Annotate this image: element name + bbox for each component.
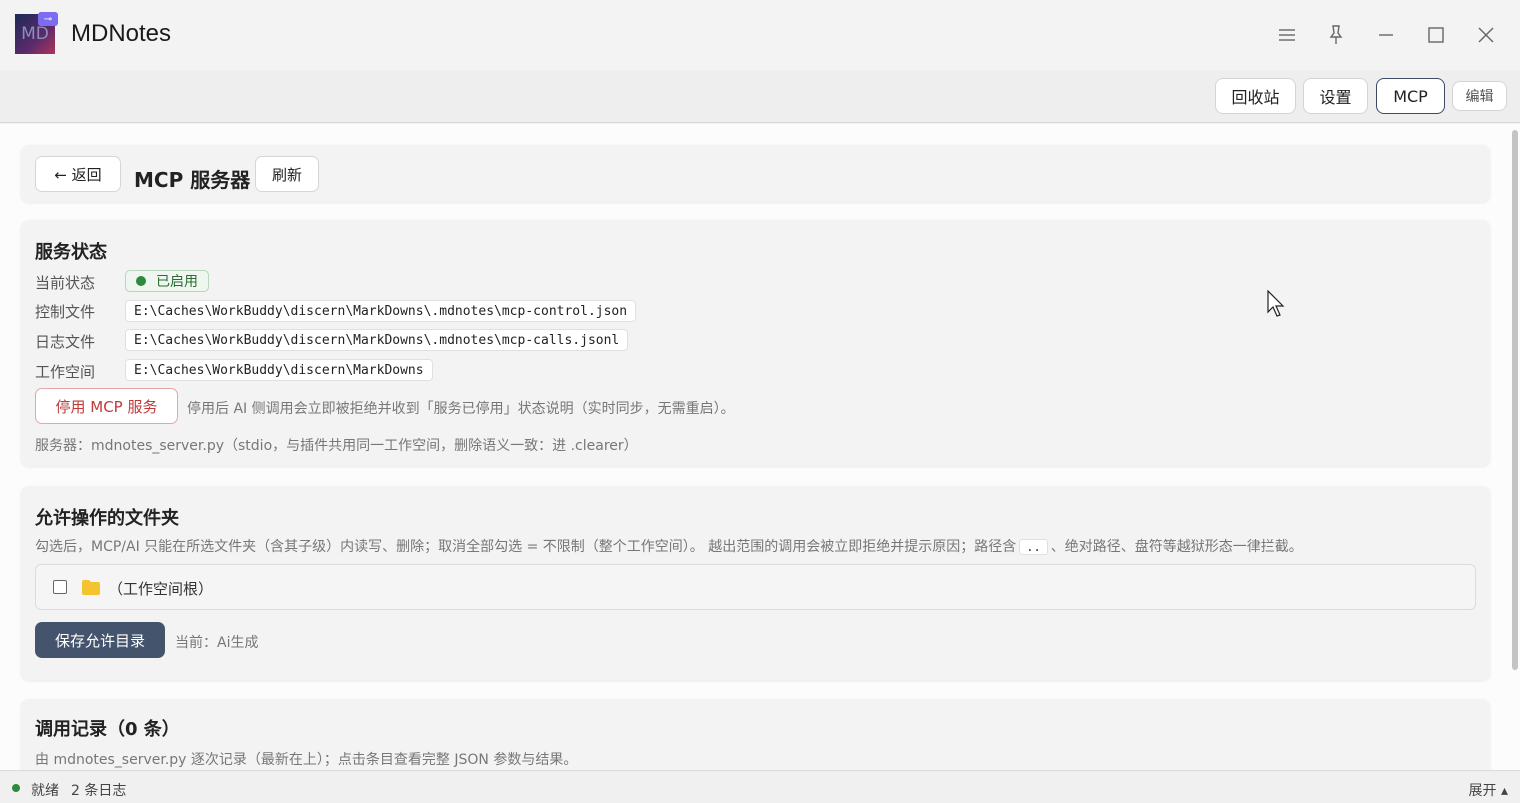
ready-dot-icon	[12, 784, 20, 792]
plug-icon: ⊸	[38, 12, 58, 26]
folders-description: 勾选后，MCP/AI 只能在所选文件夹（含其子级）内读写、删除；取消全部勾选 =…	[35, 536, 1303, 556]
folder-row-root[interactable]: （工作空间根）	[35, 564, 1476, 610]
workspace-label: 工作空间	[35, 363, 96, 381]
mcp-button[interactable]: MCP	[1376, 78, 1445, 114]
control-file-path: E:\Caches\WorkBuddy\discern\MarkDowns\.m…	[125, 300, 637, 322]
service-status-card: 服务状态 当前状态 已启用 控制文件 E:\Caches\WorkBuddy\d…	[21, 220, 1490, 466]
status-badge: 已启用	[125, 270, 209, 292]
minimize-icon[interactable]	[1371, 20, 1401, 50]
header-card: ← 返回 MCP 服务器 刷新	[21, 145, 1490, 202]
workspace-path: E:\Caches\WorkBuddy\discern\MarkDowns	[125, 359, 433, 381]
toolbar: 回收站 设置 MCP 编辑	[0, 70, 1520, 123]
folders-desc-code: ..	[1019, 539, 1048, 555]
folder-label: （工作空间根）	[108, 580, 214, 598]
recycle-bin-button[interactable]: 回收站	[1215, 78, 1296, 114]
mouse-cursor-icon	[1267, 290, 1285, 317]
page-title: MCP 服务器	[134, 168, 251, 192]
allowed-folders-card: 允许操作的文件夹 勾选后，MCP/AI 只能在所选文件夹（含其子级）内读写、删除…	[21, 486, 1490, 680]
pin-icon[interactable]	[1321, 20, 1351, 50]
log-file-label: 日志文件	[35, 333, 96, 351]
disable-mcp-button[interactable]: 停用 MCP 服务	[35, 388, 178, 424]
status-log-count[interactable]: 2 条日志	[71, 780, 126, 800]
menu-icon[interactable]	[1272, 20, 1302, 50]
folder-checkbox[interactable]	[53, 580, 67, 594]
title-bar: MD ⊸ MDNotes	[0, 0, 1520, 70]
status-ready: 就绪	[31, 783, 59, 799]
status-label: 当前状态	[35, 274, 96, 292]
save-allowed-folders-button[interactable]: 保存允许目录	[35, 622, 165, 658]
status-bar: 就绪 2 条日志 展开 ▴	[0, 770, 1520, 803]
service-heading: 服务状态	[35, 242, 107, 263]
folder-icon	[82, 580, 100, 595]
maximize-icon[interactable]	[1421, 20, 1451, 50]
folders-heading: 允许操作的文件夹	[35, 508, 179, 529]
expand-button[interactable]: 展开 ▴	[1469, 780, 1508, 800]
server-info: 服务器：mdnotes_server.py（stdio，与插件共用同一工作空间，…	[35, 438, 638, 454]
status-value: 已启用	[156, 274, 198, 290]
status-dot-icon	[136, 276, 146, 286]
calls-heading: 调用记录（0 条）	[35, 719, 180, 740]
main-content: ← 返回 MCP 服务器 刷新 服务状态 当前状态 已启用 控制文件 E:\Ca…	[0, 124, 1520, 770]
logo-text: MD	[21, 24, 49, 44]
settings-button[interactable]: 设置	[1303, 78, 1368, 114]
log-file-path: E:\Caches\WorkBuddy\discern\MarkDowns\.m…	[125, 329, 629, 351]
call-log-card: 调用记录（0 条） 由 mdnotes_server.py 逐次记录（最新在上）…	[21, 699, 1490, 770]
back-button[interactable]: ← 返回	[35, 156, 121, 192]
disable-hint: 停用后 AI 侧调用会立即被拒绝并收到「服务已停用」状态说明（实时同步，无需重启…	[187, 401, 735, 417]
control-file-label: 控制文件	[35, 303, 96, 321]
folders-desc-prefix: 勾选后，MCP/AI 只能在所选文件夹（含其子级）内读写、删除；取消全部勾选 =…	[35, 539, 1017, 555]
close-icon[interactable]	[1471, 20, 1501, 50]
calls-description: 由 mdnotes_server.py 逐次记录（最新在上）；点击条目查看完整 …	[35, 752, 578, 768]
app-title: MDNotes	[71, 20, 172, 47]
folders-desc-suffix: 、绝对路径、盘符等越狱形态一律拦截。	[1050, 539, 1303, 555]
current-allowed: 当前：Ai生成	[175, 635, 259, 651]
vertical-scrollbar[interactable]	[1512, 130, 1518, 670]
refresh-button[interactable]: 刷新	[255, 156, 319, 192]
edit-button[interactable]: 编辑	[1452, 81, 1507, 111]
